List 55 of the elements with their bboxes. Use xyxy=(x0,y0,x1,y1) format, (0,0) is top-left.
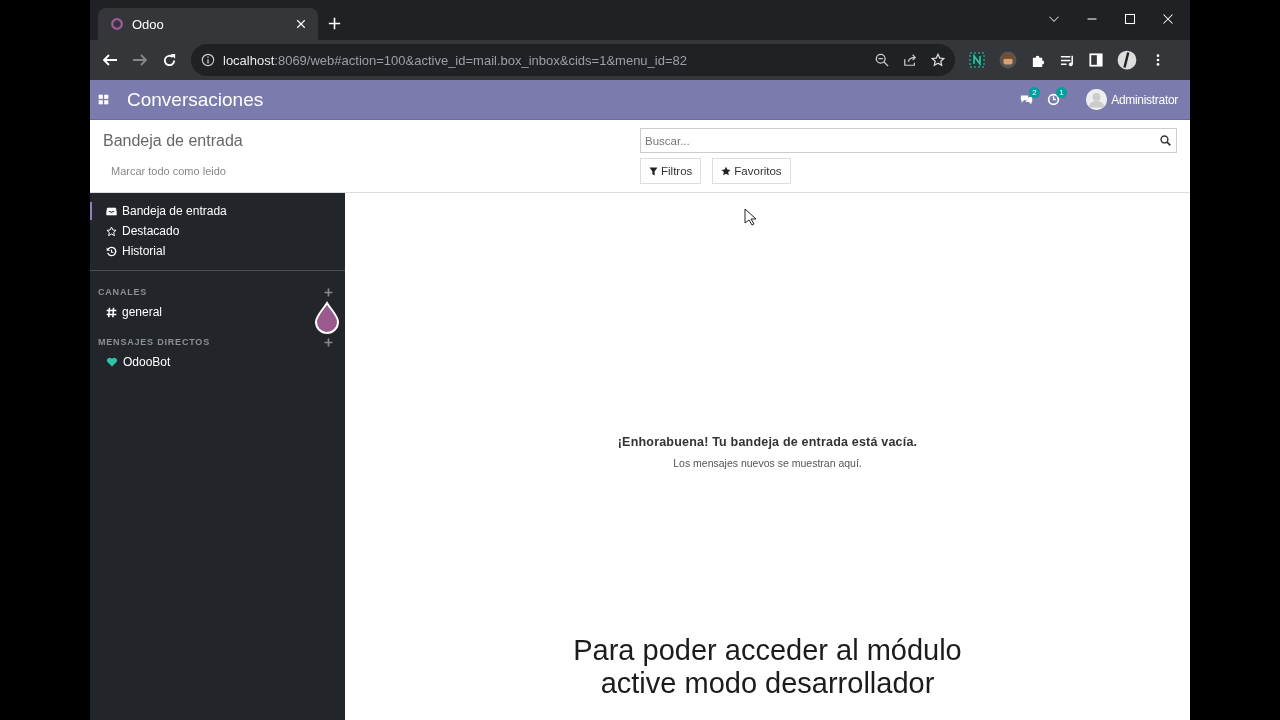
app-title: Conversaciones xyxy=(127,88,264,111)
search-icon xyxy=(1160,135,1171,146)
search-field[interactable]: Buscar... xyxy=(640,128,1177,153)
star-icon xyxy=(106,225,117,237)
add-icon[interactable] xyxy=(324,337,333,347)
sidebar-item[interactable]: general xyxy=(90,303,345,321)
activity-count-badge: 1 xyxy=(1056,87,1067,98)
side-panel-icon[interactable] xyxy=(1089,53,1103,67)
filter-button[interactable]: Filtros xyxy=(640,158,702,184)
inbox-icon xyxy=(106,205,117,217)
heart-icon xyxy=(106,356,118,368)
drop-icon xyxy=(314,301,340,335)
page-title: Bandeja de entrada xyxy=(103,132,244,150)
add-icon[interactable] xyxy=(324,287,333,297)
empty-state-title: ¡Enhorabuena! Tu bandeja de entrada está vacía. xyxy=(617,435,918,449)
close-icon[interactable] xyxy=(296,19,306,29)
avatar-icon xyxy=(1086,89,1108,110)
extension-icon[interactable] xyxy=(969,52,985,68)
profile-avatar-icon[interactable] xyxy=(1117,50,1137,70)
section-heading: MENSAJES DIRECTOS xyxy=(98,337,211,347)
mouse-pointer-icon xyxy=(744,208,756,226)
hashtag-icon xyxy=(106,306,117,318)
url-text: localhost:8069/web#action=100&active_id=mail.box_inbox&cids=1&menu_id=82 xyxy=(223,52,687,68)
favorite-button[interactable]: Favoritos xyxy=(712,158,791,184)
maximize-icon[interactable] xyxy=(1124,13,1136,25)
sidebar-item[interactable]: Bandeja de entrada xyxy=(90,202,345,220)
close-icon[interactable] xyxy=(1162,13,1174,25)
star-icon xyxy=(721,166,732,176)
sidebar-item[interactable]: OdooBot xyxy=(90,353,345,371)
back-icon[interactable] xyxy=(102,52,118,68)
browser-tab[interactable]: Odoo xyxy=(98,8,318,40)
empty-state-text: Los mensajes nuevos se muestran aquí. xyxy=(673,457,862,469)
zoom-out-icon[interactable] xyxy=(875,53,889,67)
history-icon xyxy=(106,245,117,257)
star-icon[interactable] xyxy=(931,53,945,67)
forward-icon[interactable] xyxy=(132,52,148,68)
mark-all-read-button[interactable]: Marcar todo como leido xyxy=(111,165,226,177)
extension-icon[interactable] xyxy=(999,51,1017,69)
section-heading: CANALES xyxy=(98,287,149,297)
share-icon[interactable] xyxy=(903,53,917,67)
sidebar-item[interactable]: Destacado xyxy=(90,222,345,240)
address-bar[interactable]: localhost:8069/web#action=100&active_id=mail.box_inbox&cids=1&menu_id=82 xyxy=(191,44,955,76)
apps-menu-icon[interactable] xyxy=(98,94,109,105)
new-tab-icon[interactable] xyxy=(328,16,341,30)
filter-icon xyxy=(649,166,658,176)
message-count-badge: 2 xyxy=(1029,87,1040,98)
caption-line: Para poder acceder al módulo xyxy=(573,634,962,667)
clock-icon[interactable] xyxy=(1047,93,1061,106)
sidebar-item[interactable]: Historial xyxy=(90,242,345,260)
info-icon xyxy=(201,53,215,67)
chat-icon[interactable] xyxy=(1020,93,1034,106)
reload-icon[interactable] xyxy=(162,52,177,68)
user-menu[interactable]: Administrator xyxy=(1086,89,1178,110)
caption-line: active modo desarrollador xyxy=(600,667,935,700)
ring-icon xyxy=(110,17,124,31)
